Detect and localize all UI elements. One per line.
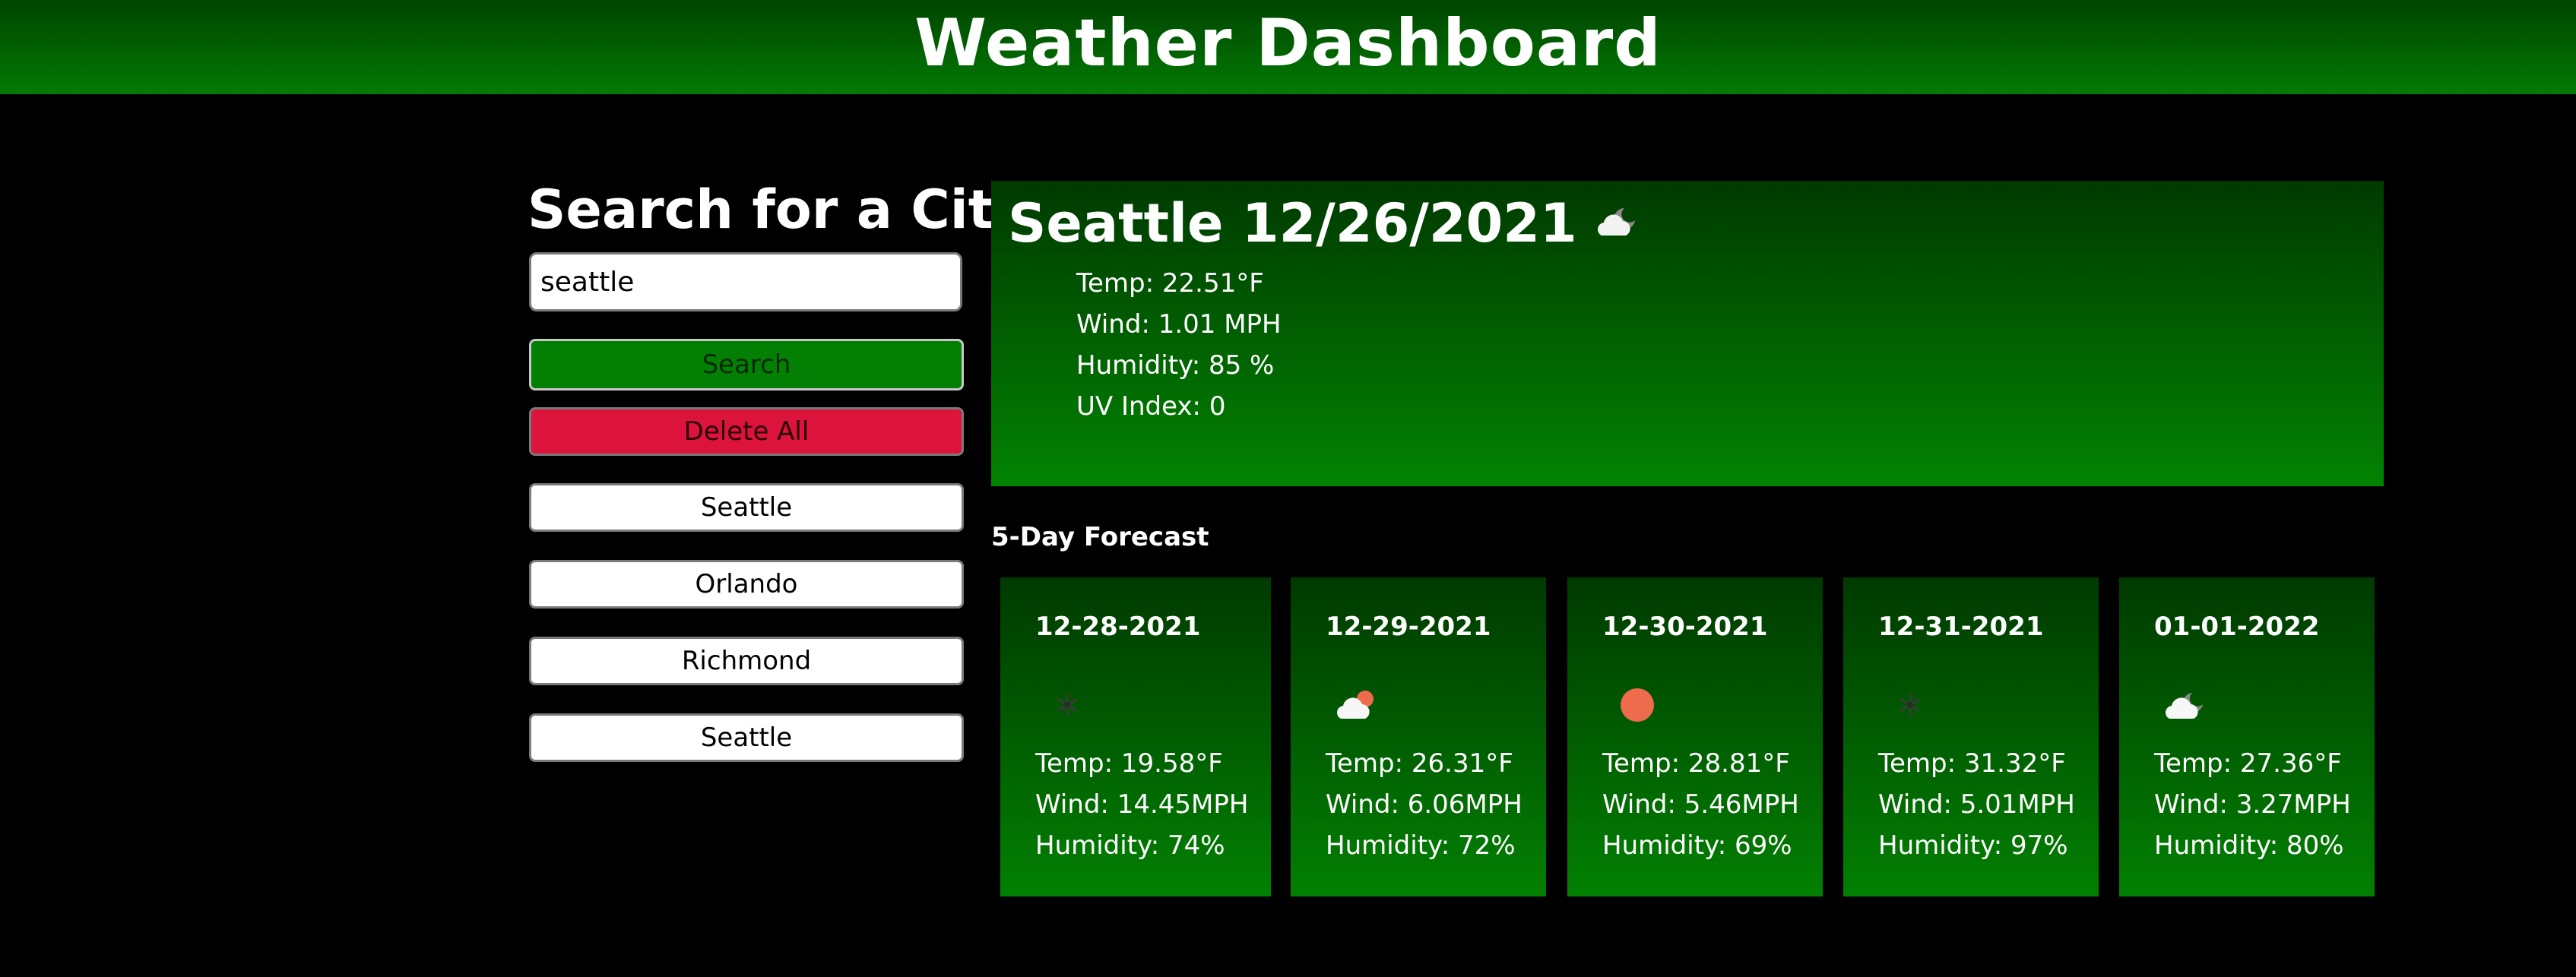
forecast-card: 12-28-2021 Temp: 19.58°F Wind: 14.45MPH … (1000, 577, 1271, 896)
snow-icon (1057, 693, 1078, 717)
forecast-stats: Temp: 26.31°F Wind: 6.06MPH Humidity: 72… (1326, 743, 1522, 866)
current-weather-title: Seattle 12/26/2021 (1008, 187, 1644, 260)
forecast-wind: Wind: 5.01MPH (1878, 789, 2075, 820)
forecast-temp: Temp: 26.31°F (1326, 748, 1513, 779)
search-heading: Search for a City: (528, 179, 1050, 241)
delete-all-button[interactable]: Delete All (529, 407, 964, 456)
history-city-button[interactable]: Richmond (529, 637, 964, 685)
forecast-heading: 5-Day Forecast (991, 522, 1209, 552)
forecast-humidity: Humidity: 74% (1035, 830, 1225, 861)
forecast-wind: Wind: 14.45MPH (1035, 789, 1249, 820)
forecast-date: 12-31-2021 (1878, 612, 2044, 642)
forecast-stats: Temp: 31.32°F Wind: 5.01MPH Humidity: 97… (1878, 743, 2075, 866)
forecast-date: 01-01-2022 (2154, 612, 2320, 642)
history-city-button[interactable]: Seattle (529, 483, 964, 532)
snow-icon (1900, 693, 1921, 717)
forecast-stats: Temp: 27.36°F Wind: 3.27MPH Humidity: 80… (2154, 743, 2351, 866)
cloudy-night-icon (1597, 208, 1635, 236)
forecast-humidity: Humidity: 72% (1326, 830, 1516, 861)
history-city-button[interactable]: Orlando (529, 560, 964, 609)
forecast-stats: Temp: 19.58°F Wind: 14.45MPH Humidity: 7… (1035, 743, 1248, 866)
forecast-date: 12-30-2021 (1602, 612, 1768, 642)
app-root: Weather Dashboard Search for a City: Sea… (0, 0, 2576, 977)
cloudy-night-icon (2166, 693, 2203, 719)
forecast-humidity: Humidity: 69% (1602, 830, 1792, 861)
forecast-card: 12-31-2021 Temp: 31.32°F Wind: 5.01MPH H… (1843, 577, 2099, 896)
history-city-button[interactable]: Seattle (529, 713, 964, 762)
forecast-humidity: Humidity: 97% (1878, 830, 2068, 861)
forecast-temp: Temp: 31.32°F (1878, 748, 2066, 779)
partly-cloudy-day-icon (1337, 691, 1374, 719)
current-humidity: Humidity: 85 % (1076, 350, 1275, 381)
forecast-card: 01-01-2022 Temp: 27.36°F Wind: 3.27MPH H… (2119, 577, 2375, 896)
search-button[interactable]: Search (529, 339, 964, 390)
current-uv-index: UV Index: 0 (1076, 391, 1226, 422)
forecast-wind: Wind: 6.06MPH (1326, 789, 1522, 820)
forecast-date: 12-28-2021 (1035, 612, 1201, 642)
forecast-wind: Wind: 3.27MPH (2154, 789, 2351, 820)
header-bar: Weather Dashboard (0, 0, 2576, 94)
page-title: Weather Dashboard (914, 5, 1662, 81)
current-temp: Temp: 22.51°F (1076, 268, 1264, 299)
current-wind: Wind: 1.01 MPH (1076, 309, 1282, 340)
forecast-date: 12-29-2021 (1326, 612, 1491, 642)
forecast-stats: Temp: 28.81°F Wind: 5.46MPH Humidity: 69… (1602, 743, 1799, 866)
current-city-date: Seattle 12/26/2021 (1008, 192, 1577, 255)
forecast-wind: Wind: 5.46MPH (1602, 789, 1799, 820)
forecast-humidity: Humidity: 80% (2154, 830, 2344, 861)
forecast-temp: Temp: 19.58°F (1035, 748, 1223, 779)
current-weather-panel: Seattle 12/26/2021 Temp: 22.51°F Wind: 1… (991, 181, 2384, 486)
city-search-input[interactable] (529, 252, 962, 311)
forecast-temp: Temp: 28.81°F (1602, 748, 1790, 779)
forecast-card: 12-29-2021 Temp: 26.31°F Wind: 6.06MPH H… (1291, 577, 1546, 896)
clear-sun-icon (1621, 688, 1654, 722)
forecast-temp: Temp: 27.36°F (2154, 748, 2342, 779)
forecast-card: 12-30-2021 Temp: 28.81°F Wind: 5.46MPH H… (1567, 577, 1823, 896)
search-sidebar: Search for a City: Search Delete All Sea… (528, 175, 1050, 762)
current-weather-stats: Temp: 22.51°F Wind: 1.01 MPH Humidity: 8… (1076, 263, 1282, 427)
